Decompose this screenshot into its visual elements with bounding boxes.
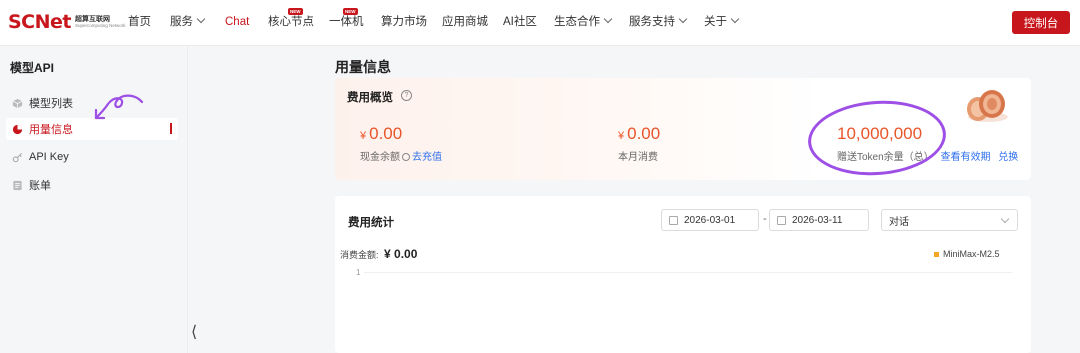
cash-amount: 0.00 — [369, 124, 403, 143]
logo-en: Supercomputing Network — [75, 22, 126, 28]
document-icon — [13, 180, 22, 190]
nav-core-nodes-label: 核心节点 — [268, 16, 314, 28]
chevron-down-icon — [678, 14, 688, 24]
start-date-picker[interactable]: 2026-03-01 — [661, 209, 759, 231]
stats-title: 费用统计 — [348, 217, 394, 229]
logo-cn: 超算互联网 — [75, 15, 110, 23]
nav-chat[interactable]: Chat — [225, 15, 249, 29]
sidebar-title: 模型API — [10, 61, 55, 75]
chevron-down-icon — [196, 14, 206, 24]
eye-icon[interactable] — [402, 153, 410, 161]
nav-support[interactable]: 服务支持 — [629, 14, 688, 29]
sidebar-item-label: 用量信息 — [29, 124, 73, 136]
monthly-spend-label: 本月消费 — [618, 152, 658, 163]
pie-chart-icon — [12, 124, 23, 134]
cash-label: 现金余额 — [360, 152, 400, 163]
spend-value: ¥ 0.00 — [384, 247, 418, 261]
nav-ecosystem-label: 生态合作 — [554, 16, 600, 28]
end-date-picker[interactable]: 2026-03-11 — [769, 209, 869, 231]
annotation-arrow — [94, 94, 144, 120]
chevron-down-icon — [603, 14, 613, 24]
nav-support-label: 服务支持 — [629, 16, 675, 28]
console-button[interactable]: 控制台 — [1012, 11, 1070, 34]
calendar-icon — [669, 215, 678, 225]
date-separator: - — [763, 213, 767, 225]
new-badge: NEW — [343, 8, 358, 15]
nav-about-label: 关于 — [704, 16, 727, 28]
top-nav: SCNet 超算互联网 Supercomputing Network 首页 服务… — [0, 0, 1080, 46]
nav-services[interactable]: 服务 — [170, 14, 206, 29]
nav-home[interactable]: 首页 — [128, 15, 151, 29]
nav-ecosystem[interactable]: 生态合作 — [554, 14, 613, 29]
logo[interactable]: SCNet 超算互联网 Supercomputing Network — [8, 10, 126, 34]
nav-app-store[interactable]: 应用商城 — [442, 15, 488, 29]
monthly-spend-value: ¥0.00 — [618, 124, 660, 144]
redeem-link[interactable]: 兑换 — [998, 152, 1018, 163]
nav-about[interactable]: 关于 — [704, 14, 740, 29]
cash-balance-label: 现金余额 去充值 — [360, 148, 442, 163]
coins-illustration — [967, 90, 1008, 122]
calendar-icon — [777, 215, 786, 225]
currency-symbol: ¥ — [618, 130, 625, 142]
type-select[interactable]: 对话 — [881, 209, 1018, 231]
overview-title: 费用概览 — [347, 92, 393, 104]
spend-summary: 消费金额: ¥ 0.00 — [340, 247, 417, 261]
sidebar-item-label: 账单 — [29, 180, 51, 192]
chevron-down-icon — [1000, 214, 1010, 224]
nav-ai-community[interactable]: AI社区 — [503, 15, 537, 29]
y-axis-tick: 1 — [356, 268, 361, 277]
nav-all-in-one-label: 一体机 — [329, 16, 364, 28]
nav-services-label: 服务 — [170, 16, 193, 28]
monthly-amount: 0.00 — [627, 124, 661, 143]
currency-symbol: ¥ — [360, 130, 367, 142]
legend-label: MiniMax-M2.5 — [943, 249, 1000, 259]
new-badge: NEW — [288, 8, 303, 15]
sidebar-item-label: 模型列表 — [29, 98, 73, 110]
spend-label: 消费金额: — [340, 250, 379, 260]
help-icon[interactable]: ? — [401, 90, 412, 101]
legend-swatch — [934, 251, 939, 257]
key-icon — [12, 152, 23, 162]
end-date-value: 2026-03-11 — [792, 214, 843, 226]
sidebar-item-billing[interactable]: 账单 — [6, 174, 178, 196]
chevron-down-icon — [730, 14, 740, 24]
logo-mark: SCNet — [8, 10, 72, 33]
nav-all-in-one[interactable]: 一体机 NEW — [329, 8, 364, 29]
logo-text: 超算互联网 Supercomputing Network — [75, 16, 126, 29]
cost-statistics-card: 费用统计 2026-03-01 - 2026-03-11 对话 消费金额: ¥ … — [335, 196, 1031, 353]
sidebar-item-label: API Key — [29, 151, 69, 163]
view-validity-link[interactable]: 查看有效期 — [940, 152, 990, 163]
type-select-value: 对话 — [889, 216, 909, 228]
cash-balance-value: ¥0.00 — [360, 124, 402, 144]
nav-compute-market[interactable]: 算力市场 — [381, 15, 427, 29]
chart-legend[interactable]: MiniMax-M2.5 — [934, 249, 1000, 259]
nav-core-nodes[interactable]: 核心节点 NEW — [268, 8, 314, 29]
page-title: 用量信息 — [335, 59, 391, 75]
cube-icon — [12, 98, 23, 108]
chart-gridline — [364, 272, 1012, 273]
start-date-value: 2026-03-01 — [684, 214, 736, 226]
collapse-sidebar-icon[interactable]: ⟨ — [191, 322, 197, 342]
active-indicator — [170, 123, 172, 134]
recharge-link[interactable]: 去充值 — [412, 152, 442, 163]
sidebar: 模型API 模型列表 用量信息 API Key 账单 — [0, 46, 188, 353]
sidebar-item-api-key[interactable]: API Key — [6, 146, 178, 168]
